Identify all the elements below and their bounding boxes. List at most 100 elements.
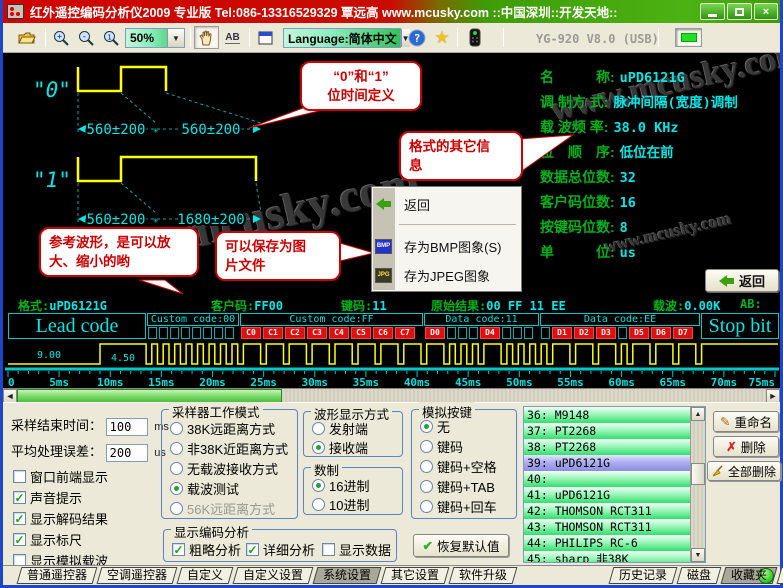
menu-item-back[interactable]: 返回 [372,192,521,216]
bit-cell-off [181,327,190,339]
avg-error-input[interactable] [106,444,148,462]
sim-key-radio[interactable]: 键码+回车 [420,497,497,516]
zoom-reset-button[interactable]: 1 [99,26,123,49]
delete-all-button[interactable]: 全部删除 [707,461,781,481]
history-list-item[interactable]: 38: PT2268 [524,439,690,455]
sim-key-radio[interactable]: 键码+空格 [420,457,497,476]
wave-display-radio[interactable]: 发射端 [312,419,368,438]
function-tab[interactable]: 软件升级 [451,567,515,584]
display-option-checkbox[interactable]: ✓显示标尺 [13,530,82,549]
measure-ab-button[interactable]: AB [220,26,245,49]
scroll-right-button[interactable]: ► [766,389,780,403]
display-option-checkbox[interactable]: 窗口前端显示 [13,467,108,486]
param-value: uPD6121G [620,70,685,86]
delete-button[interactable]: ✗ 删除 [713,436,779,457]
maximize-button[interactable] [727,3,752,20]
bit-cell-off [148,327,157,339]
source-tab[interactable]: 磁盘 [679,567,719,584]
history-list-item[interactable]: 45: sharp 非38K [524,551,690,563]
menu-item-save-bmp[interactable]: BMP 存为BMP图象(S) [372,234,521,258]
history-list[interactable]: 36: M914837: PT226838: PT226839: uPD6121… [523,406,706,563]
checkbox-icon [322,543,335,556]
display-option-checkbox[interactable]: ✓显示解码结果 [13,509,108,528]
param-row: 名 称:uPD6121G [540,65,780,90]
wave-display-radio[interactable]: 接收端 [312,438,368,457]
zoom-in-button[interactable]: + [49,26,73,49]
history-list-item[interactable]: 41: uPD6121G [524,487,690,503]
scrollbar-thumb[interactable] [17,389,282,403]
history-list-item[interactable]: 44: PHILIPS RC-6 [524,535,690,551]
language-select[interactable]: Language:简体中文 ▼ [283,28,401,48]
source-tab[interactable]: 文件 [779,567,783,584]
restore-defaults-button[interactable]: ✔ 恢复默认值 [413,534,509,557]
source-tab[interactable]: 历史记录 [611,567,675,584]
tab-label: 软件升级 [459,568,507,582]
function-tab[interactable]: 其它设置 [383,567,447,584]
function-tab[interactable]: 自定义设置 [235,567,311,584]
status-label: 客户码: [211,299,254,313]
radio-icon [312,441,325,454]
minimize-button[interactable] [700,3,725,20]
sim-key-radio[interactable]: 键码+TAB [420,477,495,496]
decode-cells: D1D2D3D5D6D7 [540,327,700,339]
analysis-checkbox[interactable]: ✓粗略分析 [172,540,241,559]
menu-item-save-jpeg[interactable]: JPG 存为JPEG图象 [372,263,521,287]
sampler-mode-radio[interactable]: 载波测试 [170,479,239,498]
function-tab[interactable]: 自定义 [179,567,231,584]
sampler-mode-radio[interactable]: 无载波接收方式 [170,459,278,478]
hand-tool-button[interactable] [194,26,219,49]
history-list-item[interactable]: 42: THOMSON RCT311 [524,503,690,519]
bit-cell-off [192,327,201,339]
waveform-scrollbar[interactable]: ◄ ► [3,388,780,402]
function-tab[interactable]: 空调遥控器 [99,567,175,584]
status-label: AB: [740,297,762,311]
history-list-item[interactable]: 37: PT2268 [524,423,690,439]
scroll-left-button[interactable]: ◄ [3,389,17,403]
history-scroll-up-button[interactable]: ▲ [691,407,705,421]
sampler-mode-radio[interactable]: 38K远距离方式 [170,419,275,438]
param-row: 调 制方 式:脉冲间隔(宽度)调制 [540,90,780,115]
favorites-button[interactable]: ★ [430,26,454,49]
bit-cell-off [458,327,467,339]
app-window: 红外遥控编码分析仪2009 专业版 Tel:086-13316529329 覃远… [0,0,783,588]
help-button[interactable]: ? [405,26,429,49]
sim-key-radio[interactable]: 键码 [420,437,463,456]
rename-button[interactable]: ✎ 重命名 [713,411,779,432]
sampler-mode-radio[interactable]: 非38K近距离方式 [170,439,288,458]
history-list-item[interactable]: 36: M9148 [524,407,690,423]
sample-end-label: 采样结束时间： [11,418,102,433]
history-scrollbar[interactable]: ▲ ▼ [690,407,705,562]
function-tab[interactable]: 系统设置 [315,567,379,584]
history-list-item[interactable]: 39: uPD6121G [524,455,690,471]
radio-icon [420,460,433,473]
history-scrollbar-thumb[interactable] [691,463,705,485]
close-button[interactable]: × [754,3,778,20]
analysis-checkbox[interactable]: 显示数据 [322,540,391,559]
history-list-item[interactable]: 40: [524,471,690,487]
sample-end-input[interactable] [106,418,148,436]
radix-radio[interactable]: 16进制 [312,476,369,495]
sim-key-radio[interactable]: 无 [420,417,450,436]
radio-icon [312,498,325,511]
remote-tool-button[interactable] [463,26,487,49]
function-tab[interactable]: 普通遥控器 [19,567,95,584]
open-file-button[interactable] [14,26,40,49]
svg-text:?: ? [414,32,421,45]
checkbox-icon: ✓ [13,512,26,525]
zoom-out-button[interactable]: - [74,26,98,49]
zoom-level-value: 50% [126,31,158,45]
analysis-checkbox[interactable]: ✓详细分析 [246,540,315,559]
zoom-dropdown-arrow-icon[interactable]: ▼ [167,29,184,47]
new-window-button[interactable] [253,26,277,49]
back-button[interactable]: 返回 [705,269,779,292]
display-option-checkbox[interactable]: ✓声音提示 [13,488,82,507]
zoom-level-select[interactable]: 50% ▼ [125,28,185,48]
history-list-item[interactable]: 43: THOMSON RCT311 [524,519,690,535]
status-label: 原始结果: [431,299,486,313]
param-value: us [620,245,636,261]
radix-radio[interactable]: 10进制 [312,495,369,514]
avg-error-label: 平均处理误差： [11,444,102,459]
remote-control-icon [469,28,481,47]
history-scroll-down-button[interactable]: ▼ [691,548,705,562]
param-value: 38.0 KHz [613,120,678,136]
